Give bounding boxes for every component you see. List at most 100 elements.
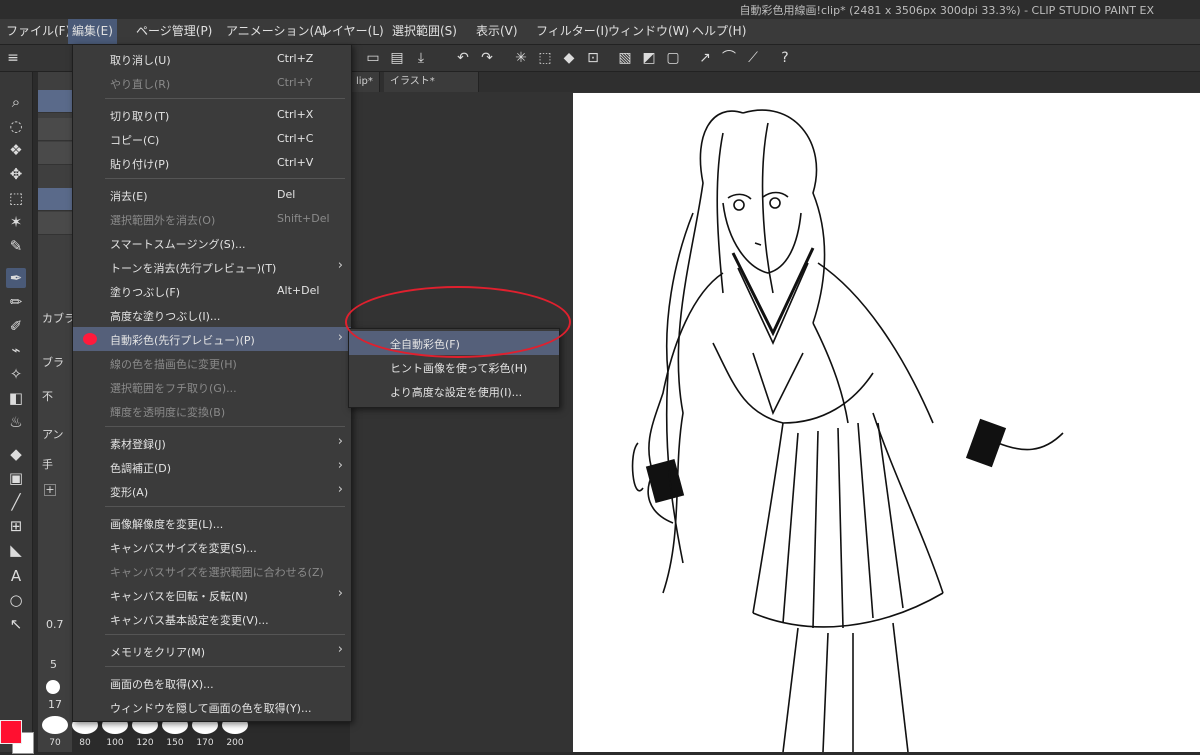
rotate-view-icon[interactable]: ◌ [6,116,26,136]
brush-size-label: 70 [49,738,61,748]
correct-line-icon[interactable]: ↖ [6,614,26,634]
loading-icon[interactable]: ✳ [512,49,530,67]
menu-item-canvas-settings[interactable]: キャンバス基本設定を変更(V)... [73,607,351,631]
marquee-icon[interactable]: ⬚ [6,188,26,208]
frame-icon[interactable]: ⊞ [6,516,26,536]
menu-item-rotate-canvas[interactable]: キャンバスを回転・反転(N) › [73,583,351,607]
menu-item-auto-color[interactable]: 自動彩色(先行プレビュー)(P) › [73,327,351,351]
figure-icon[interactable]: ╱ [6,492,26,512]
transform-icon[interactable]: ⊡ [584,49,602,67]
brush-size-value[interactable]: 17 [48,698,62,711]
menu-animation[interactable]: アニメーション(A) [226,19,327,44]
chevron-right-icon: › [337,458,343,473]
eyedropper-icon[interactable]: ✎ [6,236,26,256]
snap-ruler-icon[interactable]: ↗ [696,49,714,67]
menu-item-redo[interactable]: やり直し(R) Ctrl+Y [73,71,351,95]
menu-page[interactable]: ページ管理(P) [136,19,212,44]
menu-item-tonal-correction[interactable]: 色調補正(D) › [73,455,351,479]
menu-item-transform[interactable]: 変形(A) › [73,479,351,503]
expand-icon[interactable]: + [44,484,56,496]
pencil-icon[interactable]: ✏ [6,292,26,312]
menu-edit[interactable]: 編集(E) [68,19,117,44]
menu-item-get-screen-color[interactable]: 画面の色を取得(X)... [73,671,351,695]
brush-size-label: 200 [226,738,244,748]
brush-size-dot[interactable] [46,680,60,694]
blend-icon[interactable]: ♨ [6,412,26,432]
gradient-icon[interactable]: ▣ [6,468,26,488]
menu-item-clear-memory[interactable]: メモリをクリア(M) › [73,639,351,663]
sub-tool-item[interactable] [38,188,72,211]
decoration-icon[interactable]: ✧ [6,364,26,384]
menu-filter[interactable]: フィルター(I) [536,19,609,44]
text-icon[interactable]: A [6,566,26,586]
submenu-item-advanced[interactable]: より高度な設定を使用(I)... [349,379,559,403]
canvas-paper[interactable] [573,93,1200,753]
menu-item-remove-tone[interactable]: トーンを消去(先行プレビュー)(T) › [73,255,351,279]
sub-tool-item[interactable] [38,118,72,141]
chevron-right-icon: › [337,330,343,345]
redo-icon[interactable]: ↷ [478,49,496,67]
menu-item-fit-canvas-to-selection[interactable]: キャンバスサイズを選択範囲に合わせる(Z) [73,559,351,583]
menu-window[interactable]: ウィンドウ(W) [608,19,689,44]
help-icon[interactable]: ? [776,49,794,67]
move-icon[interactable]: ✥ [6,164,26,184]
main-color-swatch[interactable] [0,720,22,744]
fill-bucket-icon[interactable]: ◆ [6,444,26,464]
zoom-icon[interactable]: ⌕ [6,92,26,112]
menu-item-clear[interactable]: 消去(E) Del [73,183,351,207]
eraser-icon[interactable]: ◧ [6,388,26,408]
fill-icon[interactable]: ◆ [560,49,578,67]
menu-item-image-resolution[interactable]: 画像解像度を変更(L)... [73,511,351,535]
menu-item-canvas-size[interactable]: キャンバスサイズを変更(S)... [73,535,351,559]
brush-size-dot[interactable] [42,716,68,734]
grip-icon: ≡ [7,50,19,66]
pen-icon[interactable]: ✒ [6,268,26,288]
brush-size-value[interactable]: 5 [50,658,57,671]
menu-item-register-material[interactable]: 素材登録(J) › [73,431,351,455]
ruler-icon[interactable]: ◣ [6,540,26,560]
open-folder-icon[interactable]: ▤ [388,49,406,67]
menu-file[interactable]: ファイル(F) [6,19,70,44]
new-file-icon[interactable]: ▭ [364,49,382,67]
selection-border-icon[interactable]: ▢ [664,49,682,67]
menu-item-luminance-to-alpha[interactable]: 輝度を透明度に変換(B) [73,399,351,423]
invert-selection-icon[interactable]: ◩ [640,49,658,67]
brush-icon[interactable]: ✐ [6,316,26,336]
menu-item-border-selection[interactable]: 選択範囲をフチ取り(G)... [73,375,351,399]
layer-move-icon[interactable]: ❖ [6,140,26,160]
menu-item-clear-outside[interactable]: 選択範囲外を消去(O) Shift+Del [73,207,351,231]
menu-item-cut[interactable]: 切り取り(T) Ctrl+X [73,103,351,127]
brush-size-value[interactable]: 0.7 [46,618,64,631]
airbrush-icon[interactable]: ⌁ [6,340,26,360]
menu-help[interactable]: ヘルプ(H) [692,19,746,44]
menu-view[interactable]: 表示(V) [476,19,518,44]
brush-size-label: 170 [196,738,214,748]
deselect-icon[interactable]: ▧ [616,49,634,67]
title-bar: 自動彩色用線画!clip* (2481 x 3506px 300dpi 33.3… [0,0,1200,19]
menu-layer[interactable]: レイヤー(L) [320,19,384,44]
tab-lineart[interactable]: lip* [350,72,380,92]
tab-illust[interactable]: イラスト* [384,72,479,92]
balloon-icon[interactable]: ○ [6,590,26,610]
menu-item-fill[interactable]: 塗りつぶし(F) Alt+Del [73,279,351,303]
menu-item-advanced-fill[interactable]: 高度な塗りつぶし(I)... [73,303,351,327]
undo-icon[interactable]: ↶ [454,49,472,67]
sub-tool-item[interactable] [38,212,72,235]
menu-item-hide-window-get-color[interactable]: ウィンドウを隠して画面の色を取得(Y)... [73,695,351,719]
chevron-right-icon: › [337,482,343,497]
menu-selection[interactable]: 選択範囲(S) [392,19,457,44]
snap-grid-icon[interactable]: ⟋ [744,49,762,67]
save-icon[interactable]: ⤓ [412,49,430,67]
snap-special-ruler-icon[interactable]: ⌒ [720,49,738,67]
menu-item-undo[interactable]: 取り消し(U) Ctrl+Z [73,47,351,71]
clear-icon[interactable]: ⬚ [536,49,554,67]
menu-item-copy[interactable]: コピー(C) Ctrl+C [73,127,351,151]
sub-tool-selected[interactable] [38,90,72,113]
chevron-right-icon: › [337,258,343,273]
menu-item-smart-smoothing[interactable]: スマートスムージング(S)... [73,231,351,255]
magic-wand-icon[interactable]: ✶ [6,212,26,232]
menu-item-change-line-color[interactable]: 線の色を描画色に変更(H) [73,351,351,375]
sub-tool-item[interactable] [38,142,72,165]
menu-item-paste[interactable]: 貼り付け(P) Ctrl+V [73,151,351,175]
submenu-item-hint-image[interactable]: ヒント画像を使って彩色(H) [349,355,559,379]
